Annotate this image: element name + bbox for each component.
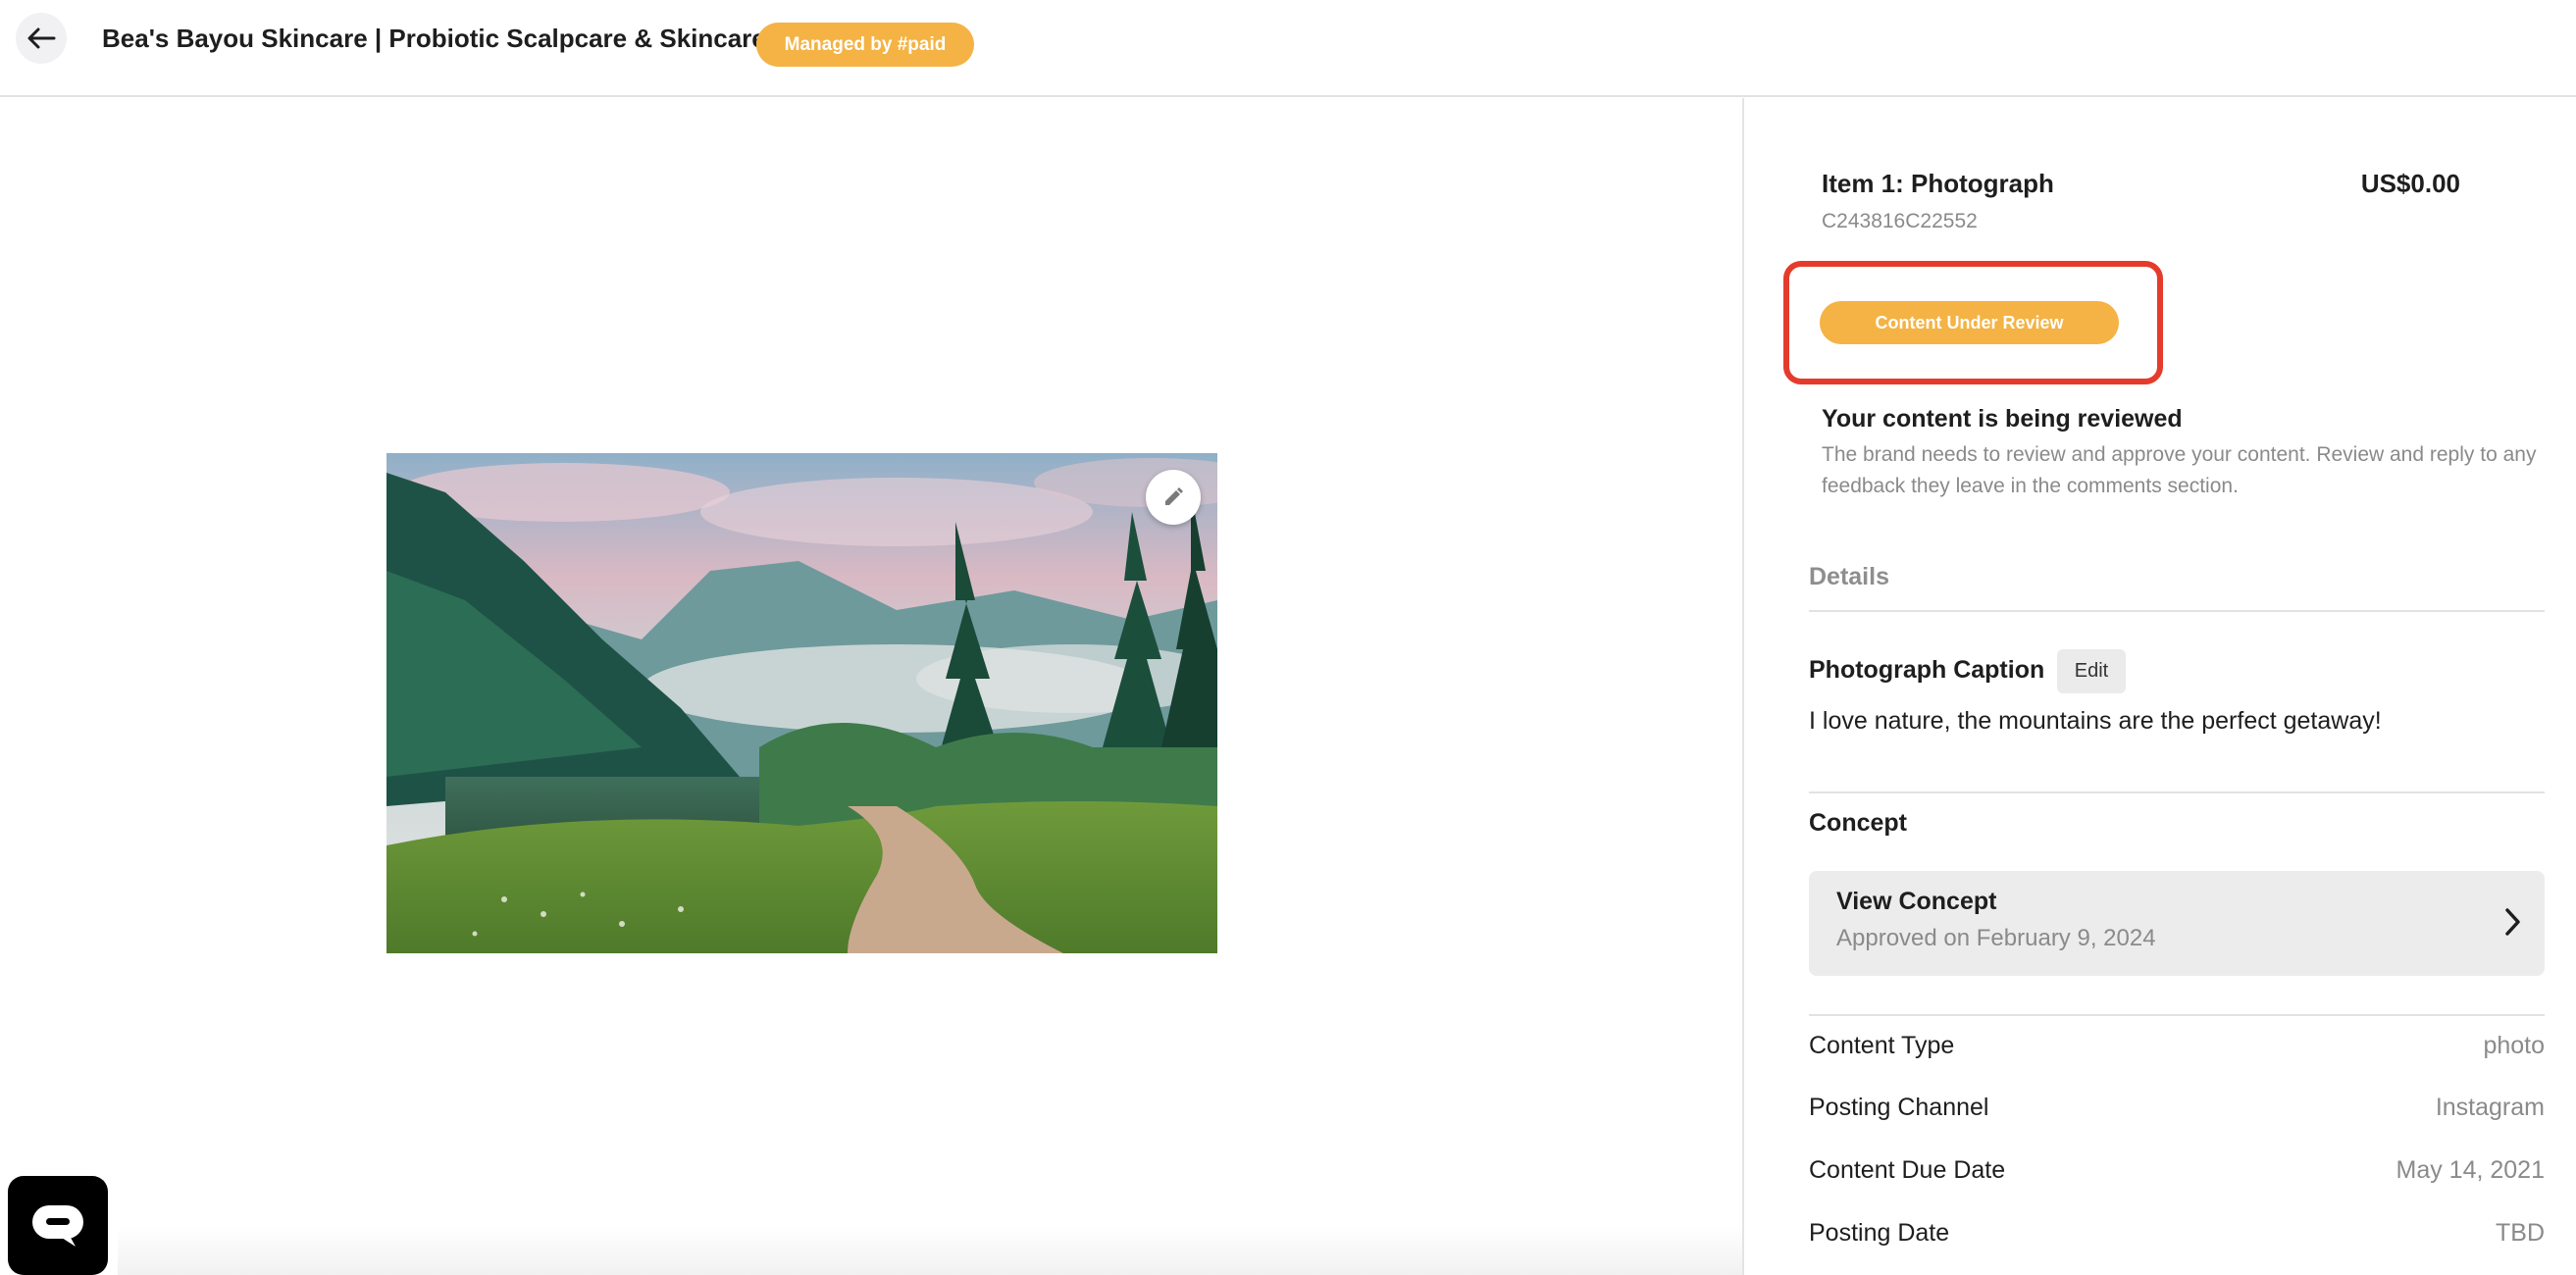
meta-row-due-date: Content Due Date May 14, 2021 [1809,1156,2545,1192]
chat-button[interactable] [8,1176,108,1275]
meta-key: Content Type [1809,1032,1955,1059]
item-title: Item 1: Photograph [1822,169,2054,198]
concept-label: Concept [1809,809,1907,837]
view-concept-card[interactable]: View Concept Approved on February 9, 202… [1809,871,2545,976]
concept-card-title: View Concept [1836,888,1997,915]
meta-key: Posting Date [1809,1219,1950,1247]
pencil-icon [1165,487,1183,505]
edit-caption-button[interactable]: Edit [2057,649,2126,693]
caption-label: Photograph Caption [1809,656,2045,684]
meta-value: TBD [2496,1219,2545,1247]
caption-text: I love nature, the mountains are the per… [1809,707,2382,735]
meta-key: Content Due Date [1809,1156,2006,1184]
bottom-shadow [118,1226,1742,1275]
review-description: The brand needs to review and approve yo… [1822,443,2537,497]
concept-card-subtitle: Approved on February 9, 2024 [1836,925,2156,951]
content-photo [386,453,1217,953]
edit-photo-button[interactable] [1146,470,1201,525]
tab-details[interactable]: Details [1809,563,1889,591]
item-price: US$0.00 [2360,169,2460,198]
meta-value: May 14, 2021 [2396,1156,2546,1184]
managed-badge: Managed by #paid [756,23,974,67]
meta-value: Instagram [2435,1094,2545,1121]
status-badge: Content Under Review [1820,301,2119,344]
caption-divider [1809,791,2545,793]
chat-bubble-icon [32,1204,83,1247]
meta-row-content-type: Content Type photo [1809,1032,2545,1067]
panel-divider [1742,98,1744,1275]
meta-value: photo [2483,1032,2545,1059]
concept-divider [1809,1014,2545,1016]
meta-row-posting-channel: Posting Channel Instagram [1809,1094,2545,1129]
review-heading: Your content is being reviewed [1822,405,2183,433]
chevron-right-icon [2505,908,2520,936]
item-id: C243816C22552 [1822,210,1978,232]
arrow-left-icon [27,27,56,49]
page-title: Bea's Bayou Skincare | Probiotic Scalpca… [102,24,766,53]
back-button[interactable] [16,13,67,64]
top-header: Bea's Bayou Skincare | Probiotic Scalpca… [0,0,2576,97]
meta-key: Posting Channel [1809,1094,1989,1121]
details-divider [1809,610,2545,612]
meta-row-posting-date: Posting Date TBD [1809,1219,2545,1254]
